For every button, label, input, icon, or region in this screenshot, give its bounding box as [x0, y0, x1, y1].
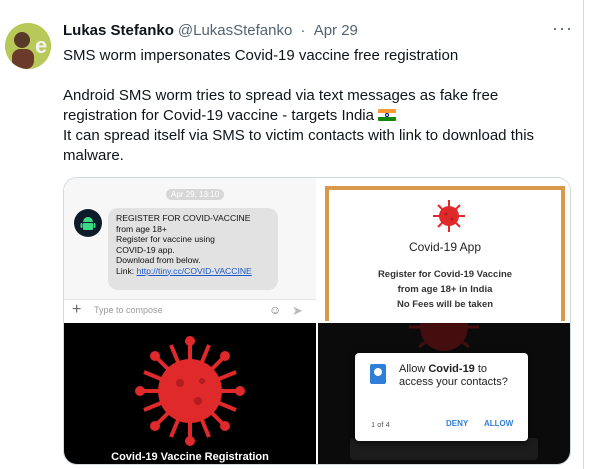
- sms-line: from age 18+: [116, 223, 167, 234]
- poster-line-2: from age 18+ in India: [397, 284, 493, 295]
- virus-icon: [433, 200, 465, 232]
- poster-line-1: Register for Covid-19 Vaccine: [377, 269, 513, 280]
- sms-link[interactable]: http://tiny.cc/COVID-VACCINE: [137, 266, 252, 276]
- author-name[interactable]: Lukas Stefanko: [63, 22, 174, 39]
- sms-line: REGISTER FOR COVID-VACCINE: [116, 213, 251, 223]
- ellipsis-icon[interactable]: ···: [552, 18, 573, 39]
- media-sms-screenshot[interactable]: Apr 29, 13:10 REGISTER FOR COVID-VACCINE…: [64, 178, 316, 321]
- plus-icon[interactable]: +: [72, 301, 81, 319]
- poster-line-3: No Fees will be taken: [396, 299, 494, 310]
- allow-button[interactable]: ALLOW: [484, 419, 513, 428]
- background-button: [350, 438, 538, 460]
- avatar-image: e: [5, 23, 51, 69]
- author-handle[interactable]: @LukasStefanko: [178, 22, 292, 39]
- dialog-count: 1 of 4: [371, 420, 390, 429]
- sms-line: Download from below.: [116, 255, 201, 265]
- deny-button[interactable]: DENY: [446, 419, 468, 428]
- sms-line: Register for vaccine using: [116, 234, 215, 244]
- sms-link-line: Link: http://tiny.cc/COVID-VACCINE: [116, 266, 270, 277]
- media-splash-screen[interactable]: Covid-19 Vaccine Registration: [64, 323, 316, 464]
- emoji-icon[interactable]: ☺: [269, 303, 281, 317]
- tweet-header: Lukas Stefanko @LukasStefanko · Apr 29: [63, 22, 358, 39]
- splash-caption: Covid-19 Vaccine Registration: [111, 451, 269, 463]
- android-icon: [74, 209, 102, 237]
- timeline-border: [583, 0, 584, 469]
- media-permission-dialog[interactable]: Allow Covid-19 to access your contacts? …: [318, 323, 570, 464]
- permission-dialog: Allow Covid-19 to access your contacts? …: [355, 353, 528, 441]
- svg-text:e: e: [35, 33, 47, 58]
- tweet-text-para-2-a: Android SMS worm tries to spread via tex…: [63, 87, 499, 124]
- sms-link-prefix: Link:: [116, 265, 137, 276]
- virus-icon: [135, 336, 245, 446]
- tweet-text-para-2: Android SMS worm tries to spread via tex…: [63, 86, 568, 126]
- tweet-date[interactable]: Apr 29: [314, 22, 358, 39]
- sms-message-bubble: REGISTER FOR COVID-VACCINE from age 18+ …: [108, 208, 278, 290]
- india-flag-icon: [377, 109, 396, 121]
- separator: ·: [300, 22, 306, 39]
- sms-date: Apr 29, 13:10: [166, 189, 225, 200]
- app-poster: Covid-19 App Register for Covid-19 Vacci…: [325, 186, 565, 321]
- media-grid: Apr 29, 13:10 REGISTER FOR COVID-VACCINE…: [63, 177, 571, 465]
- sms-line: COVID-19 app.: [116, 244, 175, 255]
- poster-title: Covid-19 App: [408, 240, 482, 254]
- tweet-text-line-1: SMS worm impersonates Covid-19 vaccine f…: [63, 47, 459, 64]
- tweet-text-para-3: It can spread itself via SMS to victim c…: [63, 127, 535, 164]
- send-icon[interactable]: ➤: [292, 303, 303, 319]
- dialog-message: Allow Covid-19 to access your contacts?: [399, 363, 508, 388]
- avatar[interactable]: e: [5, 23, 51, 69]
- sms-compose-bar: + Type to compose ☺ ➤: [64, 299, 316, 321]
- media-app-poster[interactable]: Covid-19 App Register for Covid-19 Vacci…: [318, 178, 570, 321]
- contacts-icon: [370, 364, 386, 384]
- compose-input[interactable]: Type to compose: [94, 305, 163, 315]
- tweet-text: SMS worm impersonates Covid-19 vaccine f…: [63, 46, 568, 166]
